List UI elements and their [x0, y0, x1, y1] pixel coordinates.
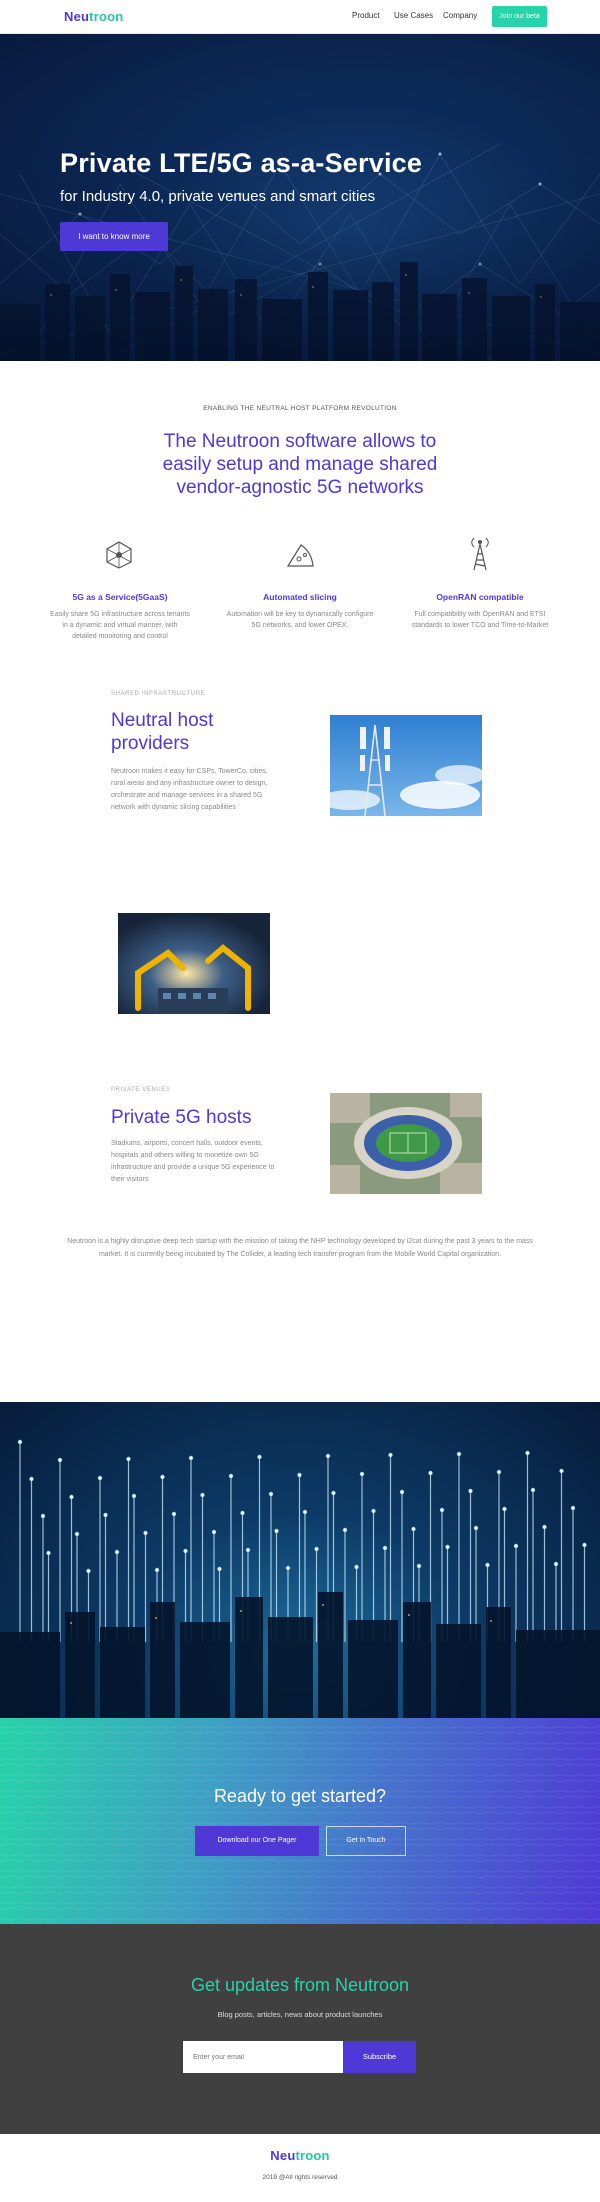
- footer-logo-part-2: troon: [295, 2148, 330, 2163]
- nav-company[interactable]: Company: [443, 11, 477, 20]
- logo-part-2: troon: [89, 9, 124, 24]
- know-more-button[interactable]: I want to know more: [60, 222, 168, 251]
- stadium-image: [330, 1093, 482, 1194]
- join-beta-button[interactable]: Join our beta: [492, 6, 547, 27]
- about-paragraph: Neutroon is a highly disruptive deep tec…: [67, 1238, 533, 1258]
- intro-eyebrow: ENABLING THE NEUTRAL HOST PLATFORM REVOL…: [203, 405, 397, 412]
- venues-text: Stadiums, airports, concert halls, outdo…: [111, 1140, 275, 1183]
- feature-title-slicing: Automated slicing: [263, 592, 337, 602]
- newsletter-section: [0, 1924, 600, 2134]
- footer-logo-part-1: Neu: [270, 2148, 296, 2163]
- smart-city-image: [0, 1439, 600, 1718]
- newsletter-subtitle: Blog posts, articles, news about product…: [217, 2010, 383, 2019]
- feature-desc-5gaas: Easily share 5G infrastructure across te…: [50, 611, 190, 640]
- feature-desc-openran: Full compatibility with OpenRAN and ETSI…: [411, 611, 549, 629]
- hero-title: Private LTE/5G as-a-Service: [60, 148, 423, 178]
- wave-pattern: [0, 1718, 600, 1924]
- download-one-pager-button[interactable]: Download our One Pager: [195, 1826, 319, 1856]
- hero-subtitle: for Industry 4.0, private venues and sma…: [60, 188, 376, 205]
- factory-robot-image: [118, 913, 270, 1014]
- feature-title-openran: OpenRAN compatible: [436, 592, 524, 602]
- nav-use-cases[interactable]: Use Cases: [394, 11, 433, 20]
- subscribe-button[interactable]: Subscribe: [343, 2041, 416, 2073]
- logo[interactable]: Neutroon: [64, 9, 123, 24]
- footer-logo[interactable]: Neutroon: [0, 2148, 600, 2163]
- pizza-slice-icon: [286, 544, 314, 567]
- network-hex-icon: [106, 541, 132, 569]
- site-header: Neutroon Product Use Cases Company Join …: [0, 0, 600, 34]
- nav-product[interactable]: Product: [352, 11, 380, 20]
- logo-part-1: Neu: [64, 9, 90, 24]
- intro-heading: The Neutroon software allows to easily s…: [162, 431, 438, 498]
- cta-section: [0, 1718, 600, 1924]
- feature-title-5gaas: 5G as a Service(5GaaS): [72, 592, 168, 602]
- shared-heading: Neutral host providers: [111, 710, 214, 754]
- antenna-tower-icon: [471, 537, 489, 571]
- copyright: 2019 @All rights reserved: [262, 2174, 338, 2181]
- cell-tower-image: [330, 715, 482, 816]
- smart-city-banner: [0, 1402, 600, 1718]
- feature-desc-slicing: Automation will be key to dynamically co…: [226, 611, 374, 629]
- venues-heading: Private 5G hosts: [111, 1107, 252, 1128]
- newsletter-title: Get updates from Neutroon: [190, 1975, 410, 1995]
- cta-title: Ready to get started?: [213, 1786, 387, 1806]
- email-input[interactable]: [183, 2041, 343, 2073]
- get-in-touch-button[interactable]: Get in Touch: [326, 1826, 406, 1856]
- venues-eyebrow: PRIVATE VENUES: [111, 1087, 171, 1093]
- shared-text: Neutroon makes it easy for CSPs, TowerCo…: [111, 768, 268, 811]
- shared-eyebrow: SHARED INFRASTRUCTURE: [111, 691, 206, 697]
